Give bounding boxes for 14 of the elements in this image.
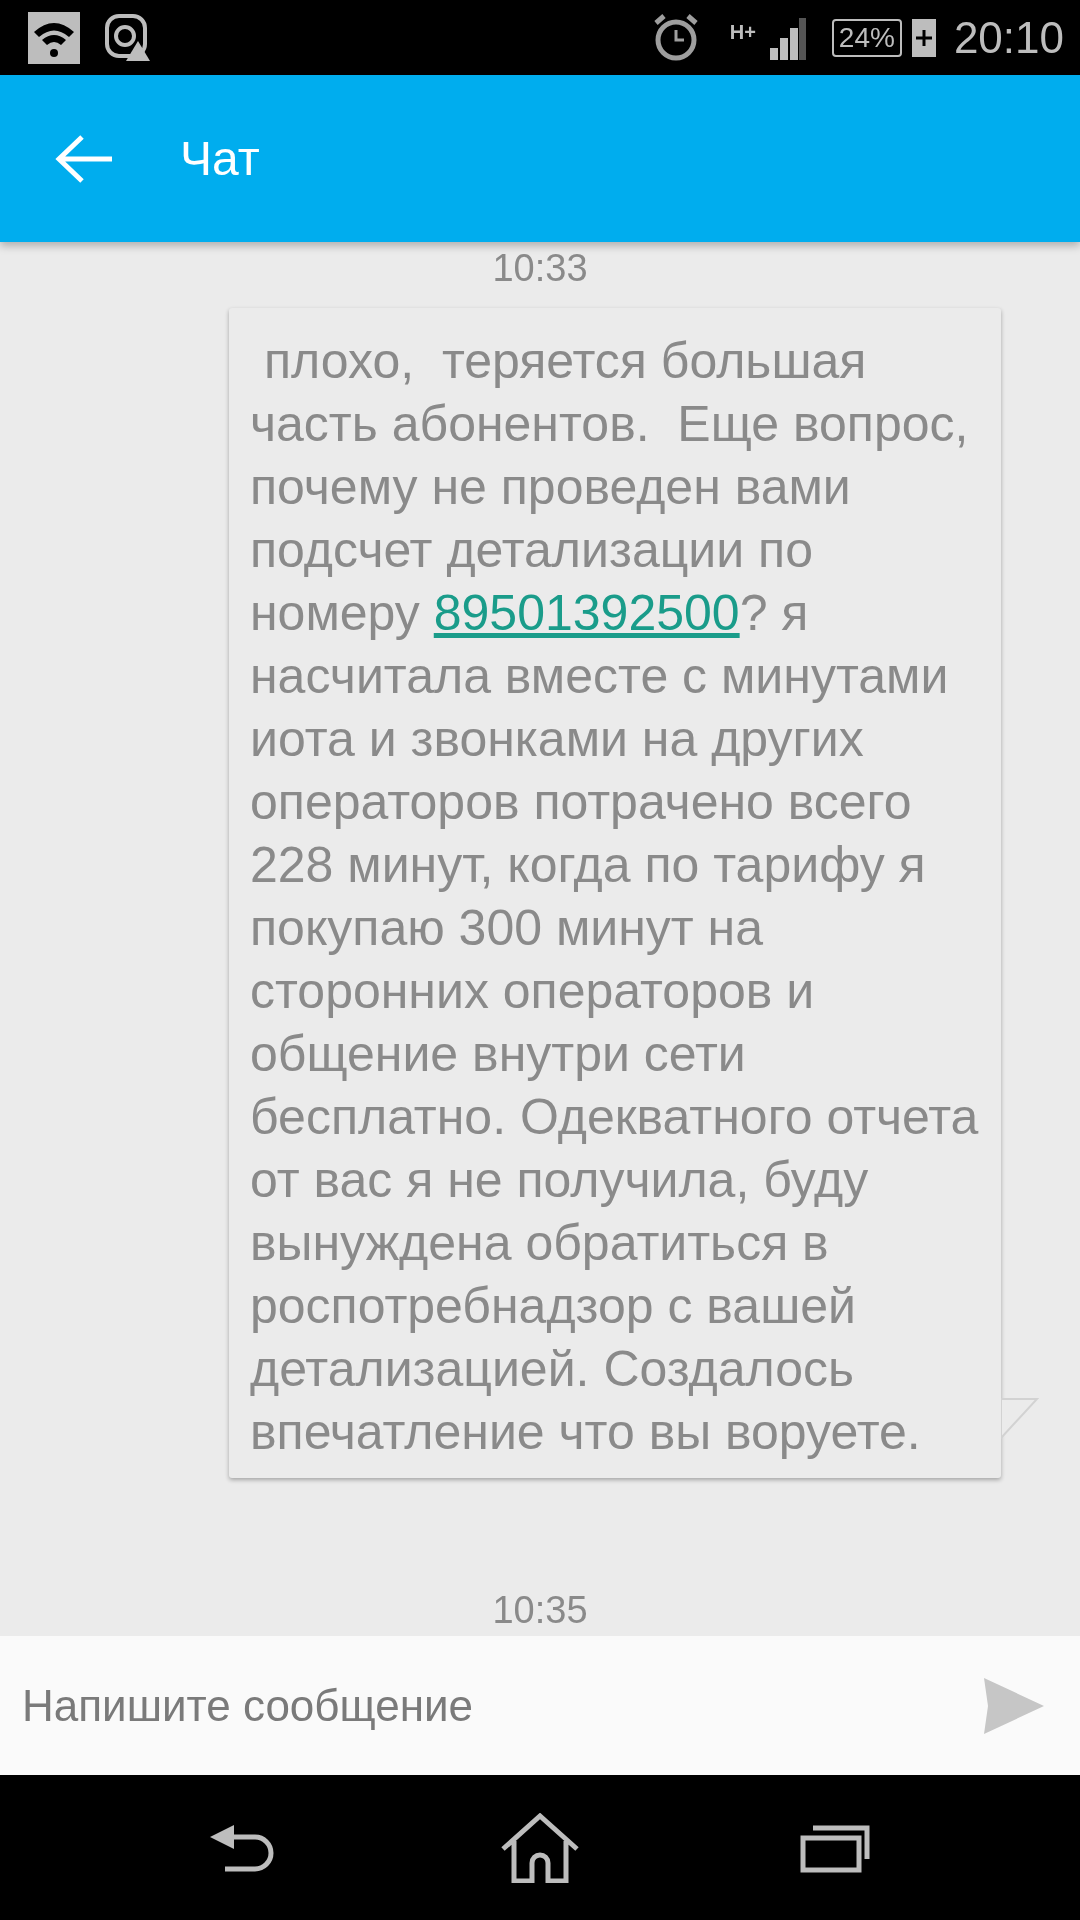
message-input-field[interactable]: Напишите сообщение — [0, 1636, 1080, 1775]
battery-level: 24% — [831, 18, 902, 57]
network-type: H+ — [729, 20, 756, 44]
chat-title: Чат — [180, 131, 260, 186]
warning-icon — [104, 12, 152, 63]
charging-icon — [911, 18, 936, 57]
phone-link[interactable]: 89501392500 — [433, 585, 740, 641]
message-time: 10:35 — [492, 1588, 588, 1632]
home-icon[interactable] — [500, 1812, 580, 1883]
message-text: плохо, теряется большая часть абонентов. Еще вопрос, почему не проведен вами подсчет детализации по номеру 89501392500? я насчитала вместе с минутами иота и звонками на других операторов потрачено всего 228 минут, когда по тарифу я покупаю 300 минут на сторонних операторов и общение внутри сети бесплатно. Одекватного отчета от вас я не получила, буду вынуждена обратиться в роспотребнадзор с вашей детализацией. Создалось впечатление что вы воруете. — [250, 332, 980, 1462]
message-time: 10:33 — [492, 246, 588, 290]
back-arrow-icon[interactable] — [54, 133, 114, 184]
wifi-icon — [28, 11, 80, 64]
clock: 20:10 — [953, 12, 1064, 63]
